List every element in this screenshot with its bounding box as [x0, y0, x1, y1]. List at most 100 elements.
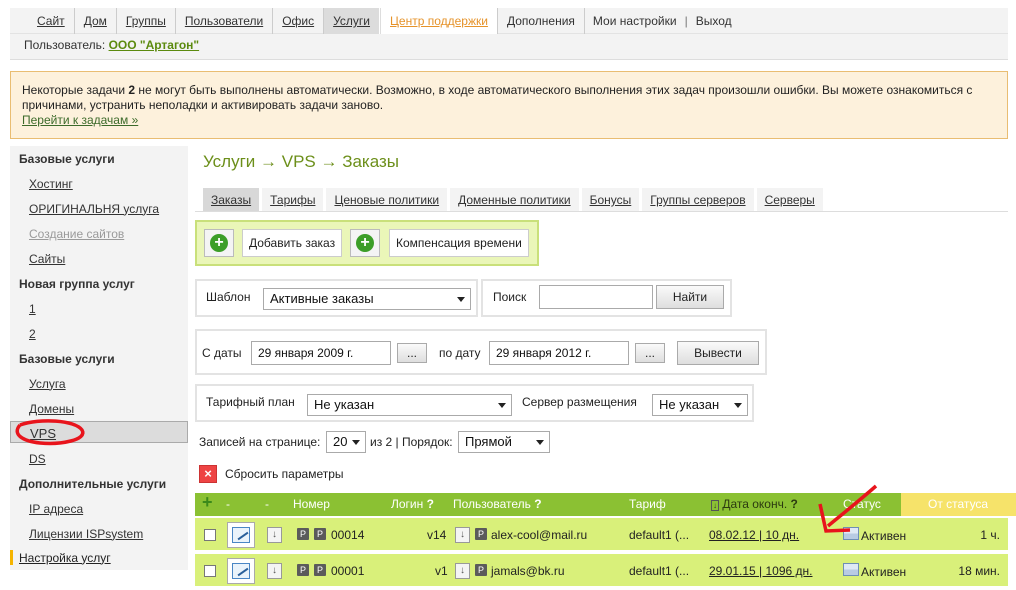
- table-row[interactable]: ↓ P P 00001 v1 ↓ P jamals@bk.ru default1…: [195, 554, 1008, 588]
- add-row-icon[interactable]: +: [202, 492, 213, 513]
- sidebar-item-hosting[interactable]: Хостинг: [10, 171, 188, 196]
- search-input[interactable]: [539, 285, 653, 309]
- time-comp-icon-button[interactable]: +: [350, 229, 380, 257]
- nav-logout[interactable]: Выход: [692, 8, 736, 34]
- edit-button[interactable]: [227, 558, 255, 584]
- warning-tasks-link[interactable]: Перейти к задачам »: [22, 113, 138, 127]
- nav-groups[interactable]: Группы: [117, 8, 176, 34]
- reset-params-link[interactable]: Сбросить параметры: [225, 467, 344, 481]
- reset-icon[interactable]: ×: [199, 465, 217, 483]
- template-label: Шаблон: [206, 290, 251, 304]
- user-org-link[interactable]: ООО "Артагон": [109, 38, 200, 52]
- sidebar-item-original[interactable]: ОРИГИНАЛЬНЯ услуга: [10, 196, 188, 221]
- sidebar-item-1[interactable]: 1: [10, 296, 188, 321]
- header-tariff[interactable]: Тариф: [629, 497, 666, 511]
- sidebar-item-vps[interactable]: VPS: [10, 421, 188, 443]
- tab-server-groups[interactable]: Группы серверов: [642, 188, 755, 212]
- warning-text-before: Некоторые задачи: [22, 83, 129, 97]
- help-icon[interactable]: ?: [534, 497, 541, 511]
- sidebar-item-label: 2: [29, 326, 36, 341]
- sidebar-item-label: Хостинг: [29, 176, 73, 191]
- header-dash-2: -: [265, 497, 269, 511]
- nav-home[interactable]: Дом: [75, 8, 117, 34]
- expand-down-icon[interactable]: ↓: [267, 563, 282, 579]
- to-date-input[interactable]: 29 января 2012 г.: [489, 341, 629, 365]
- header-since-status[interactable]: От статуса: [928, 497, 988, 511]
- time-compensation-button[interactable]: Компенсация времени: [389, 229, 529, 257]
- sidebar-item-ip[interactable]: IP адреса: [10, 496, 188, 521]
- to-date-label: по дату: [439, 346, 481, 360]
- tab-price-policies[interactable]: Ценовые политики: [326, 188, 449, 212]
- tabs-divider: [195, 211, 1008, 212]
- header-status[interactable]: Статус: [843, 497, 881, 511]
- sidebar-item-service-settings[interactable]: Настройка услуг: [10, 545, 188, 570]
- server-select-value: Не указан: [659, 397, 720, 412]
- nav-support-center[interactable]: Центр поддержки: [380, 8, 498, 34]
- sidebar-item-sites[interactable]: Сайты: [10, 246, 188, 271]
- nav-users[interactable]: Пользователи: [176, 8, 274, 34]
- order-login: v1: [435, 564, 448, 578]
- help-icon[interactable]: ?: [427, 497, 434, 511]
- warning-text-after: не могут быть выполнены автоматически. В…: [22, 83, 973, 112]
- tab-tariffs[interactable]: Тарифы: [262, 188, 325, 212]
- header-user[interactable]: Пользователь ?: [453, 497, 542, 511]
- tab-orders[interactable]: Заказы: [203, 188, 261, 212]
- row-checkbox[interactable]: [204, 529, 216, 541]
- expand-down-icon[interactable]: ↓: [455, 563, 470, 579]
- flag-icon[interactable]: P: [314, 564, 326, 576]
- flag-icon[interactable]: P: [297, 528, 309, 540]
- show-button[interactable]: Вывести: [677, 341, 759, 365]
- flag-icon[interactable]: P: [475, 528, 487, 540]
- add-order-button[interactable]: Добавить заказ: [242, 229, 343, 257]
- template-select[interactable]: Активные заказы: [263, 288, 471, 310]
- header-login[interactable]: Логин ?: [391, 497, 434, 511]
- from-date-picker-button[interactable]: ...: [397, 343, 427, 363]
- sidebar-item-domains[interactable]: Домены: [10, 396, 188, 421]
- table-header: + - - Номер Логин ? Пользователь ? Тариф…: [195, 492, 1016, 516]
- sidebar-item-label: Настройка услуг: [19, 550, 111, 565]
- tabs-bar: Заказы Тарифы Ценовые политики Доменные …: [203, 188, 826, 212]
- per-page-select[interactable]: 20: [326, 431, 366, 453]
- plus-icon: +: [356, 234, 374, 252]
- tab-servers[interactable]: Серверы: [756, 188, 824, 212]
- sidebar-header-basic-2: Базовые услуги: [19, 351, 115, 366]
- header-number[interactable]: Номер: [293, 497, 330, 511]
- header-end-date[interactable]: ↓ Дата оконч. ?: [711, 497, 798, 511]
- flag-icon[interactable]: P: [314, 528, 326, 540]
- sidebar-item-service[interactable]: Услуга: [10, 371, 188, 396]
- to-date-picker-button[interactable]: ...: [635, 343, 665, 363]
- order-end-date[interactable]: 08.02.12 | 10 дн.: [709, 528, 799, 542]
- server-label: Сервер размещения: [522, 395, 637, 409]
- tab-domain-policies[interactable]: Доменные политики: [450, 188, 580, 212]
- sidebar-item-ds[interactable]: DS: [10, 446, 188, 471]
- flag-icon[interactable]: P: [475, 564, 487, 576]
- from-date-input[interactable]: 29 января 2009 г.: [251, 341, 391, 365]
- flag-icon[interactable]: P: [297, 564, 309, 576]
- table-row[interactable]: ↓ P P 00014 v14 ↓ P alex-cool@mail.ru de…: [195, 518, 1008, 552]
- expand-down-icon[interactable]: ↓: [267, 527, 282, 543]
- tab-bonuses[interactable]: Бонусы: [581, 188, 641, 212]
- order-user[interactable]: alex-cool@mail.ru: [491, 528, 587, 542]
- per-page-label: Записей на странице:: [199, 435, 321, 449]
- sidebar-item-site-creation: Создание сайтов: [10, 221, 188, 246]
- nav-site[interactable]: Сайт: [28, 8, 75, 34]
- order-end-date[interactable]: 29.01.15 | 1096 дн.: [709, 564, 813, 578]
- row-checkbox[interactable]: [204, 565, 216, 577]
- edit-button[interactable]: [227, 522, 255, 548]
- sidebar-item-licenses[interactable]: Лицензии ISPsystem: [10, 521, 188, 546]
- order-status: Активен: [861, 565, 907, 579]
- add-order-icon-button[interactable]: +: [204, 229, 234, 257]
- nav-office[interactable]: Офис: [273, 8, 325, 34]
- nav-my-settings[interactable]: Мои настройки: [585, 8, 681, 34]
- server-select[interactable]: Не указан: [652, 394, 748, 416]
- tariff-select[interactable]: Не указан: [307, 394, 512, 416]
- order-user[interactable]: jamals@bk.ru: [491, 564, 565, 578]
- order-select[interactable]: Прямой: [458, 431, 550, 453]
- nav-services[interactable]: Услуги: [324, 8, 381, 34]
- expand-down-icon[interactable]: ↓: [455, 527, 470, 543]
- help-icon[interactable]: ?: [791, 497, 798, 511]
- chevron-down-icon: [498, 403, 506, 408]
- nav-addons[interactable]: Дополнения: [498, 8, 585, 34]
- sidebar-item-2[interactable]: 2: [10, 321, 188, 346]
- find-button[interactable]: Найти: [656, 285, 724, 309]
